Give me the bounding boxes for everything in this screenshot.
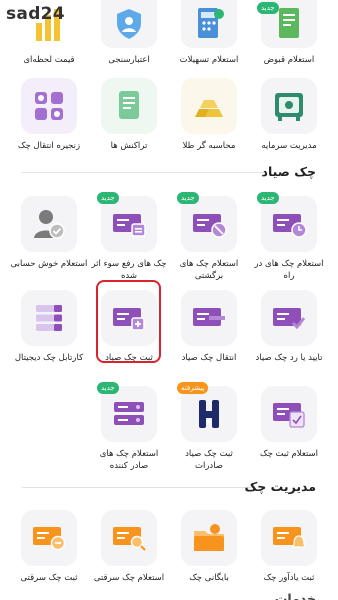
stolen-check-register-icon [33, 527, 66, 551]
watermark-text: sad24 [6, 4, 65, 24]
tile-returned-checks[interactable]: جدید استعلام چک های برگشتی [170, 192, 248, 282]
tile-credit-score[interactable]: اعتبارسنجی [90, 0, 168, 66]
tile-cleared-checks[interactable]: جدید چک های رفع سوء اثر شده [90, 192, 168, 282]
tile-label: استعلام ثبت چک [259, 449, 319, 459]
check-archive-icon [194, 524, 224, 551]
tile-gold-calculator[interactable]: محاسبه گر طلا [170, 78, 248, 152]
tile-check-reminder[interactable]: ثبت یادآور چک [250, 510, 328, 584]
new-badge: جدید [177, 192, 199, 204]
tile-label: استعلام تسهیلات [179, 55, 239, 65]
tile-label: کارتابل چک دیجیتال [14, 353, 84, 363]
checklist-icon [36, 305, 62, 331]
tile-label: استعلام قبوض [263, 55, 315, 65]
check-clock-icon [273, 214, 307, 238]
safe-icon [275, 93, 303, 121]
tile-capital-management[interactable]: مدیریت سرمایه [250, 78, 328, 152]
tile-label: چک های رفع سوء اثر شده [91, 259, 167, 281]
tile-label: مدیریت سرمایه [261, 141, 317, 151]
tile-label: ثبت چک صیاد صادرات [185, 449, 233, 471]
tile-in-transit-checks[interactable]: جدید استعلام چک های در راه [250, 192, 328, 282]
stolen-check-search-icon [113, 527, 146, 551]
tile-label: زنجیره انتقال چک [17, 141, 81, 151]
tile-check-archive[interactable]: بایگانی چک [170, 510, 248, 584]
tile-label: استعلام چک های در راه [254, 259, 324, 281]
advanced-badge: پیشرفته [177, 382, 209, 394]
tile-label: انتقال چک صیاد [181, 353, 237, 363]
tile-approve-reject-check[interactable]: تایید یا رد چک صیاد [250, 290, 328, 364]
issuer-checks-icon [114, 402, 144, 425]
check-returned-icon [193, 214, 227, 238]
check-approve-icon [273, 308, 306, 330]
tile-label: ثبت یادآور چک [263, 573, 315, 583]
chain-icon [35, 92, 63, 120]
tile-bill-inquiry[interactable]: جدید استعلام قبوض [250, 0, 328, 66]
tile-digital-check-cartable[interactable]: کارتابل چک دیجیتال [10, 290, 88, 364]
tile-check-transfer-chain[interactable]: زنجیره انتقال چک [10, 78, 88, 152]
section-divider [22, 172, 266, 173]
tile-check-registration-inquiry[interactable]: استعلام ثبت چک [250, 386, 328, 460]
tile-stolen-check-inquiry[interactable]: استعلام چک سرقتی [90, 510, 168, 584]
section-title-partial: خدمات ... [256, 591, 316, 600]
new-badge: جدید [97, 382, 119, 394]
new-badge: جدید [97, 192, 119, 204]
tile-label: قیمت لحظه‌ای [23, 55, 75, 65]
tile-register-saderat-check[interactable]: پیشرفته ثبت چک صیاد صادرات [170, 382, 248, 472]
check-cleared-icon [113, 214, 146, 237]
section-title-check-management: مدیریت چک [244, 479, 316, 494]
tile-label: استعلام خوش حسابی [10, 259, 88, 269]
loan-calculator-icon [198, 8, 224, 38]
check-transfer-icon [193, 308, 225, 326]
new-badge: جدید [257, 192, 279, 204]
tile-label: استعلام چک های برگشتی [179, 259, 239, 281]
tile-label: بایگانی چک [189, 573, 229, 583]
tile-label: تراکنش ها [110, 141, 148, 151]
credit-score-icon [117, 9, 141, 39]
tile-label: استعلام چک سرقتی [93, 573, 165, 583]
tile-label: ثبت چک سرقتی [20, 573, 78, 583]
tile-register-stolen-check[interactable]: ثبت چک سرقتی [10, 510, 88, 584]
bank-saderat-icon [199, 400, 219, 428]
tile-label: استعلام چک های صادر کننده [99, 449, 159, 471]
tile-label: اعتبارسنجی [108, 55, 150, 65]
tile-label: محاسبه گر طلا [182, 141, 236, 151]
gold-bars-icon [195, 100, 223, 117]
new-badge: جدید [257, 2, 279, 14]
tile-loan-inquiry[interactable]: استعلام تسهیلات [170, 0, 248, 66]
tile-good-standing-inquiry[interactable]: استعلام خوش حسابی [10, 196, 88, 270]
check-inquiry-icon [273, 403, 305, 428]
user-check-icon [34, 210, 65, 239]
tile-transactions[interactable]: تراکنش ها [90, 78, 168, 152]
check-reminder-icon [273, 527, 306, 548]
tile-label: تایید یا رد چک صیاد [255, 353, 323, 363]
section-title-sayad: چک صیاد [261, 164, 316, 179]
tile-transfer-sayad-check[interactable]: انتقال چک صیاد [170, 290, 248, 364]
transactions-icon [119, 91, 139, 119]
section-divider [22, 487, 252, 488]
tile-issuer-checks-inquiry[interactable]: جدید استعلام چک های صادر کننده [90, 382, 168, 472]
highlight-frame [96, 280, 161, 363]
